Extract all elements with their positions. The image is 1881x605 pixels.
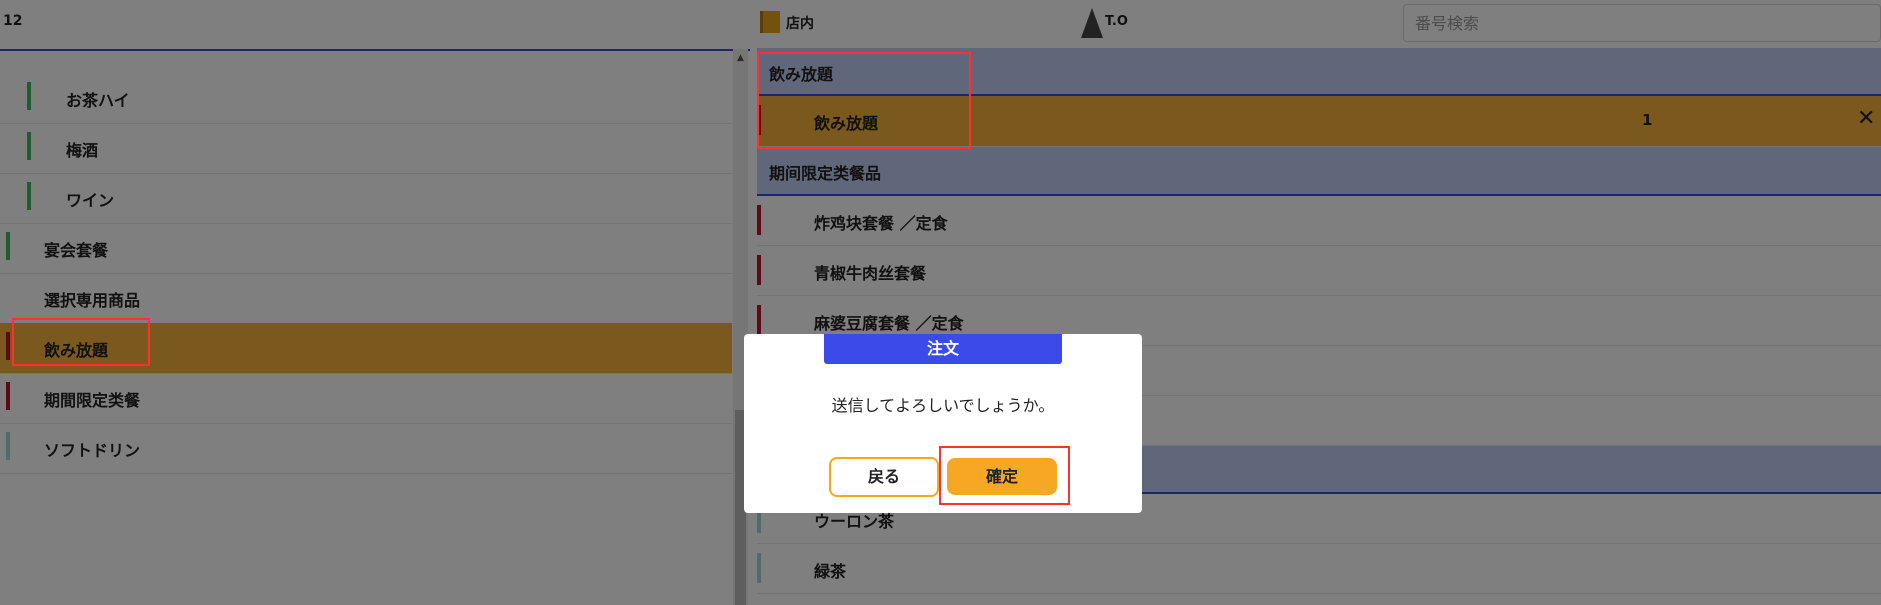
highlight-box-order-section	[757, 52, 971, 149]
back-button[interactable]: 戻る	[829, 457, 939, 497]
highlight-box-confirm	[939, 446, 1070, 505]
dialog-message: 送信してよろしいでしょうか。	[831, 396, 1055, 415]
dialog-title: 注文	[824, 334, 1062, 364]
highlight-box-category	[12, 318, 150, 366]
